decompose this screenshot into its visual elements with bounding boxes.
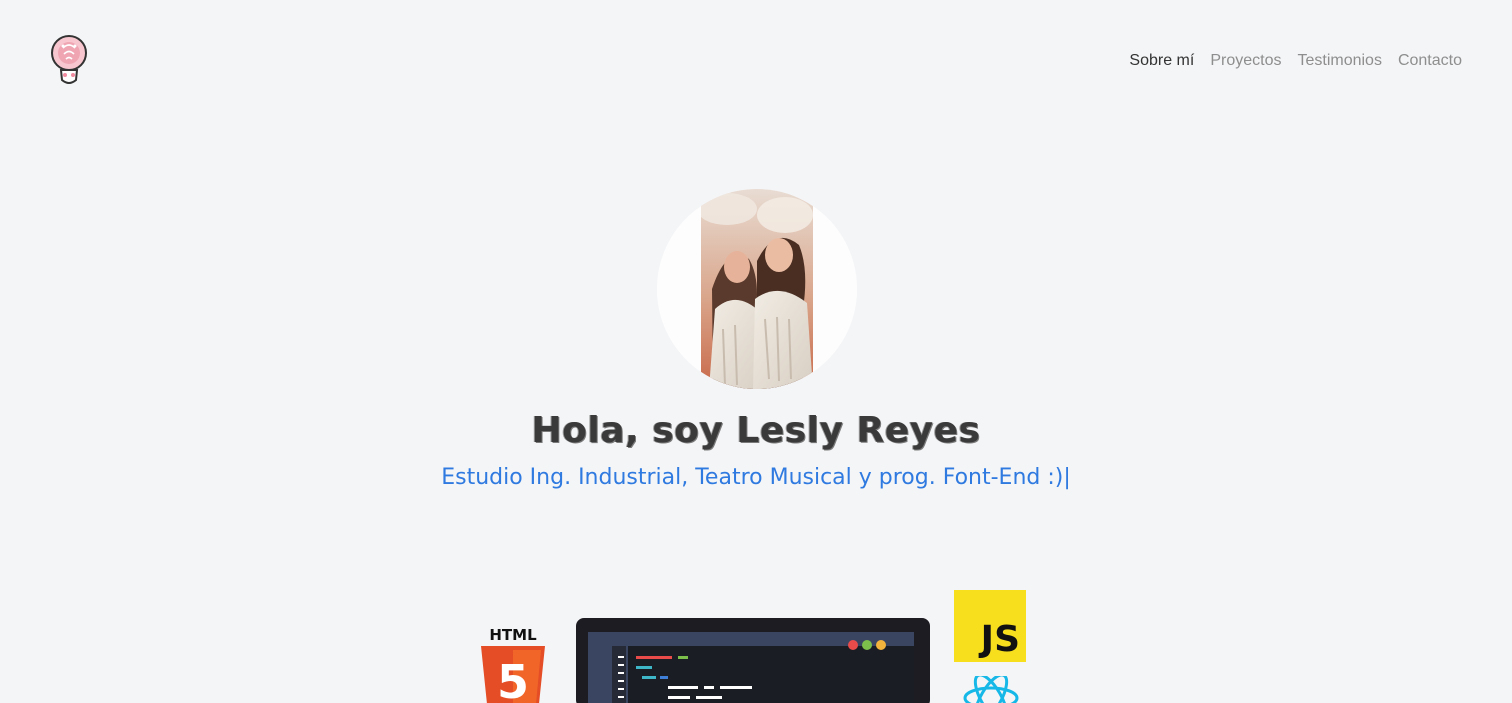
main-nav: Sobre mí Proyectos Testimonios Contacto [1129,50,1462,72]
js-label: JS [980,619,1020,660]
hero-subtitle-text: Estudio Ing. Industrial, Teatro Musical … [441,465,1064,490]
laptop-code-illustration [576,618,930,703]
nav-link-contacto[interactable]: Contacto [1398,50,1462,72]
html-label: HTML [489,626,537,644]
portfolio-page: Sobre mí Proyectos Testimonios Contacto [0,0,1512,703]
hero-subtitle: Estudio Ing. Industrial, Teatro Musical … [0,465,1512,490]
html5-icon: HTML 5 [481,626,545,703]
hero-title: Hola, soy Lesly Reyes [531,410,981,451]
typing-cursor: | [1063,465,1071,490]
nav-link-testimonios[interactable]: Testimonios [1297,50,1381,72]
profile-photo [657,189,857,389]
lightbulb-logo-icon[interactable] [46,32,92,88]
javascript-icon: JS [954,590,1026,662]
nav-link-sobre-mi[interactable]: Sobre mí [1129,50,1194,72]
react-icon [963,676,1019,703]
nav-link-proyectos[interactable]: Proyectos [1210,50,1281,72]
html-five: 5 [497,655,529,703]
